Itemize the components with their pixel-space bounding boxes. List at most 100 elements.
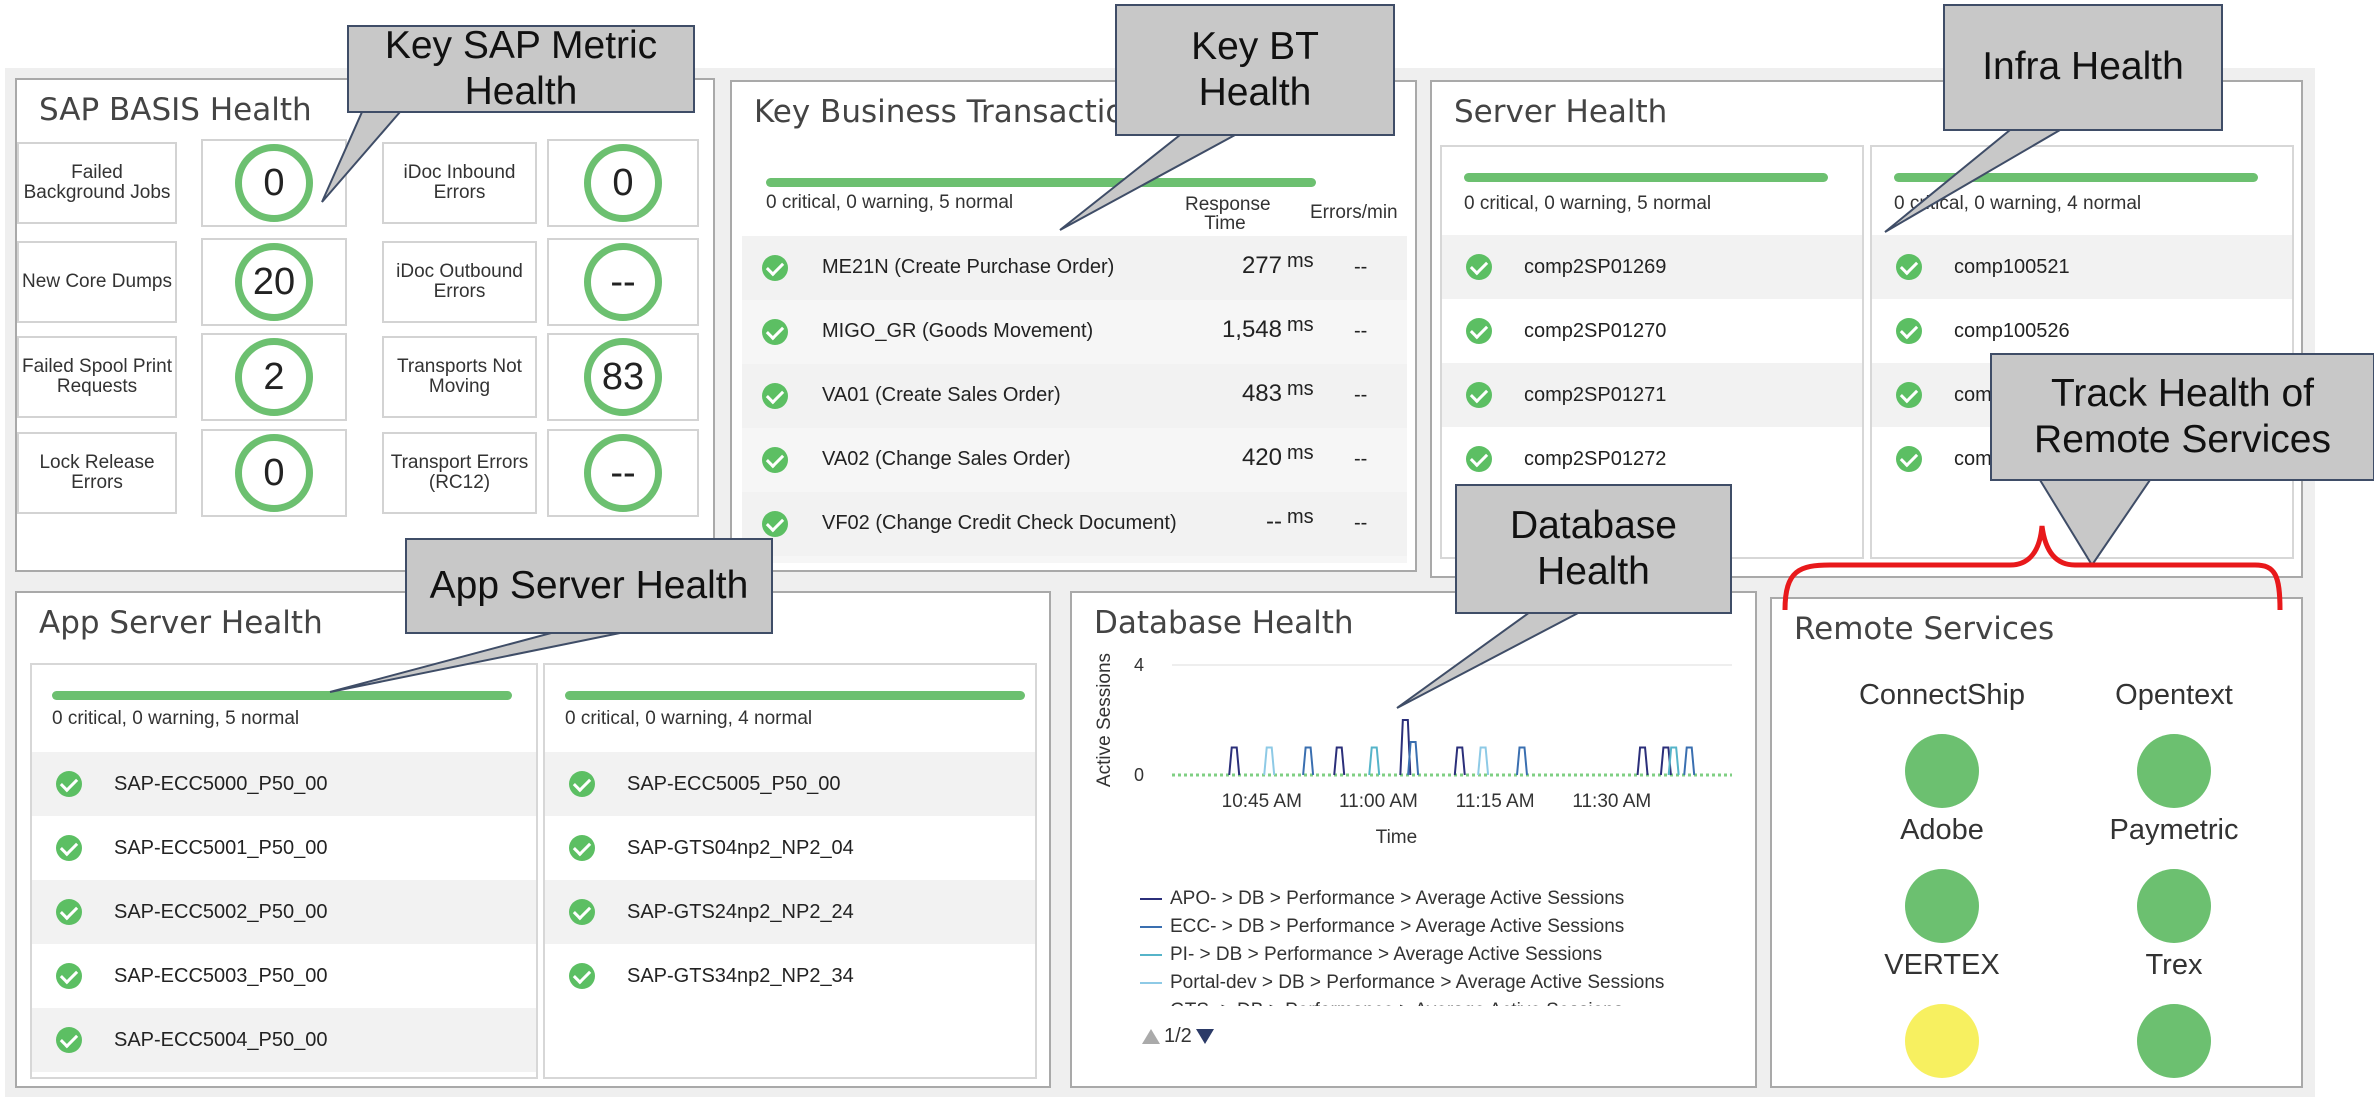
status-ok-icon: [569, 835, 595, 861]
status-ok-icon: [1896, 446, 1922, 472]
transaction-row[interactable]: ME21N (Create Purchase Order) 277 ms --: [742, 236, 1407, 300]
response-time-value: 277: [1241, 252, 1282, 279]
database-health-panel: Database Health Active Sessions 0 4 10:45 A…: [1070, 591, 1757, 1088]
service-status-dot[interactable]: [1905, 1004, 1979, 1078]
health-row-label: SAP-ECC5005_P50_00: [627, 773, 841, 795]
metric-value: 83: [584, 338, 662, 416]
legend-swatch: [1140, 925, 1162, 928]
legend-swatch: [1140, 953, 1162, 956]
health-row[interactable]: SAP-GTS04np2_NP2_04: [545, 816, 1035, 880]
health-row[interactable]: SAP-ECC5002_P50_00: [32, 880, 536, 944]
health-row[interactable]: comp2SP01269: [1442, 235, 1862, 299]
status-ok-icon: [1466, 254, 1492, 280]
health-row[interactable]: comp100521: [1872, 235, 2292, 299]
health-row[interactable]: SAP-GTS34np2_NP2_34: [545, 944, 1035, 1008]
legend-item[interactable]: APO- > DB > Performance > Average Active…: [1140, 888, 1624, 910]
x-axis-label: Time: [1376, 827, 1418, 848]
callout-key-bt: Key BT Health: [1115, 4, 1395, 136]
service-name: Opentext: [2115, 679, 2233, 711]
status-ok-icon: [1896, 254, 1922, 280]
metric-value-box[interactable]: 20: [201, 238, 347, 326]
health-row[interactable]: SAP-ECC5005_P50_00: [545, 752, 1035, 816]
transaction-row[interactable]: MIGO_GR (Goods Movement) 1,548 ms --: [742, 300, 1407, 364]
status-ok-icon: [56, 835, 82, 861]
pager-label: 1/2: [1164, 1025, 1192, 1047]
service-status-dot[interactable]: [2137, 1004, 2211, 1078]
metric-value-box[interactable]: 0: [201, 429, 347, 517]
legend-label: PI- > DB > Performance > Average Active …: [1170, 944, 1603, 965]
service-status-dot[interactable]: [2137, 869, 2211, 943]
chart-legend: APO- > DB > Performance > Average Active…: [1140, 888, 1740, 1006]
legend-item[interactable]: PI- > DB > Performance > Average Active …: [1140, 944, 1602, 966]
health-row-label: SAP-ECC5003_P50_00: [114, 965, 328, 987]
metric-label: Lock Release Errors: [17, 432, 177, 514]
panel-title: Server Health: [1454, 94, 1668, 130]
active-sessions-chart: Active Sessions 0 4 10:45 AM 11:00 AM 11:15 A…: [1094, 653, 1732, 848]
service-status-dot[interactable]: [1905, 734, 1979, 808]
health-row[interactable]: SAP-ECC5004_P50_00: [32, 1008, 536, 1072]
status-ok-icon: [569, 899, 595, 925]
health-row-label: SAP-ECC5001_P50_00: [114, 837, 328, 859]
metric-value: 20: [235, 243, 313, 321]
status-ok-icon: [762, 447, 788, 473]
health-row[interactable]: comp2SP01272: [1442, 427, 1862, 491]
health-summary: 0 critical, 0 warning, 5 normal: [766, 192, 1014, 213]
health-bar: [52, 691, 512, 700]
status-ok-icon: [1896, 318, 1922, 344]
legend-label: APO- > DB > Performance > Average Active…: [1170, 888, 1625, 909]
health-row[interactable]: SAP-GTS24np2_NP2_24: [545, 880, 1035, 944]
x-tick-label: 11:00 AM: [1339, 791, 1418, 812]
health-bar: [1464, 173, 1828, 182]
status-ok-icon: [1466, 446, 1492, 472]
pager-next-icon[interactable]: [1195, 1029, 1214, 1044]
health-row[interactable]: SAP-ECC5001_P50_00: [32, 816, 536, 880]
metric-value-box[interactable]: --: [547, 238, 699, 326]
metric-label: Transports Not Moving: [382, 336, 537, 418]
transaction-row[interactable]: VF02 (Change Credit Check Document) -- ms -…: [742, 492, 1407, 556]
legend-label: GTS- > DB > Performance > Average Active…: [1170, 1000, 1623, 1006]
legend-item[interactable]: Portal-dev > DB > Performance > Average …: [1140, 972, 1664, 994]
metric-label: iDoc Outbound Errors: [382, 241, 537, 323]
errors-value: --: [1354, 448, 1368, 470]
health-row[interactable]: comp2SP01271: [1442, 363, 1862, 427]
health-bar: [766, 178, 1316, 187]
health-row-label: SAP-ECC5004_P50_00: [114, 1029, 328, 1051]
panel-title: Remote Services: [1794, 611, 2055, 647]
service-status-dot[interactable]: [2137, 734, 2211, 808]
metric-value-box[interactable]: 2: [201, 333, 347, 421]
y-axis-label: Active Sessions: [1094, 653, 1115, 787]
sap-basis-health-panel: SAP BASIS Health Failed Background Jobs 0…: [15, 78, 715, 572]
transaction-row[interactable]: VA02 (Change Sales Order) 420 ms --: [742, 428, 1407, 492]
series-spike: [1683, 746, 1696, 776]
response-time-value: 420: [1241, 444, 1282, 471]
legend-pager: 1/2: [1142, 1025, 1214, 1048]
status-ok-icon: [1466, 318, 1492, 344]
metric-value-box[interactable]: 83: [547, 333, 699, 421]
metric-value-box[interactable]: --: [547, 429, 699, 517]
x-tick-label: 11:15 AM: [1456, 791, 1535, 812]
pager-prev-icon[interactable]: [1142, 1029, 1160, 1044]
health-row[interactable]: comp2SP01270: [1442, 299, 1862, 363]
metric-value: 2: [235, 338, 313, 416]
health-row[interactable]: SAP-ECC5000_P50_00: [32, 752, 536, 816]
service-status-dot[interactable]: [1905, 869, 1979, 943]
transaction-list: ME21N (Create Purchase Order) 277 ms -- MIGO…: [742, 236, 1407, 563]
health-row[interactable]: SAP-ECC5003_P50_00: [32, 944, 536, 1008]
status-ok-icon: [762, 511, 788, 537]
metric-value-box[interactable]: 0: [547, 139, 699, 227]
status-ok-icon: [762, 255, 788, 281]
health-row-label: SAP-GTS24np2_NP2_24: [627, 901, 854, 923]
metric-value-box[interactable]: 0: [201, 139, 347, 227]
transaction-row[interactable]: VA01 (Create Sales Order) 483 ms --: [742, 364, 1407, 428]
legend-item[interactable]: GTS- > DB > Performance > Average Active…: [1140, 1000, 1623, 1006]
status-ok-icon: [56, 963, 82, 989]
key-business-transaction-panel: Key Business Transaction H 0 critical, 0…: [730, 80, 1417, 572]
legend-label: ECC- > DB > Performance > Average Active…: [1170, 916, 1625, 937]
legend-item[interactable]: ECC- > DB > Performance > Average Active…: [1140, 916, 1624, 938]
x-tick-label: 10:45 AM: [1222, 791, 1302, 812]
series-spike: [1368, 746, 1381, 776]
metric-label: Transport Errors (RC12): [382, 432, 537, 514]
panel-title: SAP BASIS Health: [39, 92, 312, 128]
response-time-value: 483: [1241, 380, 1282, 407]
transaction-name: MIGO_GR (Goods Movement): [822, 320, 1094, 342]
